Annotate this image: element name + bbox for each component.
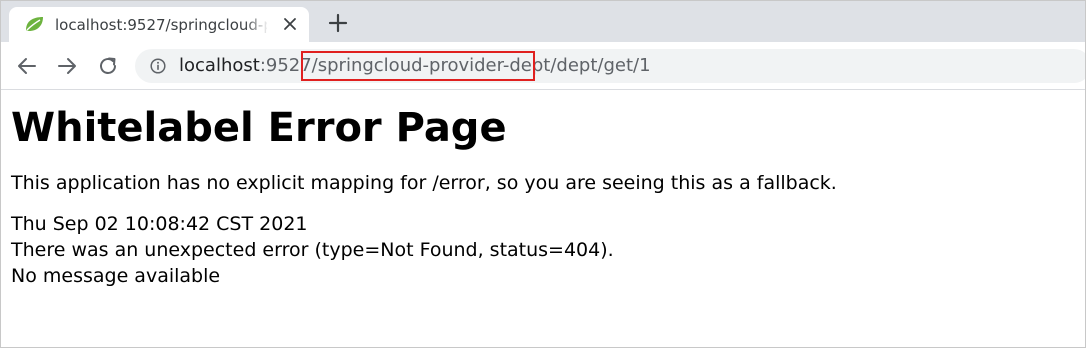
arrow-right-icon[interactable] [55,54,79,78]
error-timestamp: Thu Sep 02 10:08:42 CST 2021 [11,213,308,235]
tab-title: localhost:9527/springcloud-provider-dept… [55,16,267,34]
error-details: Thu Sep 02 10:08:42 CST 2021 There was a… [11,211,1071,289]
page-title: Whitelabel Error Page [11,105,507,151]
reload-icon[interactable] [96,54,120,78]
tab-title-fade [245,11,269,37]
address-bar[interactable]: localhost:9527/springcloud-provider-dept… [135,49,1085,83]
error-description: This application has no explicit mapping… [11,172,837,194]
browser-window: localhost:9527/springcloud-provider-dept… [0,0,1086,348]
info-circle-icon[interactable] [150,58,166,74]
arrow-left-icon[interactable] [15,54,39,78]
browser-toolbar: localhost:9527/springcloud-provider-dept… [1,42,1085,90]
url-host: localhost [179,55,260,76]
close-icon[interactable] [281,15,299,33]
error-status: There was an unexpected error (type=Not … [11,239,614,261]
error-message: No message available [11,265,221,287]
tab-strip: localhost:9527/springcloud-provider-dept… [1,1,1085,42]
spring-leaf-icon [26,17,43,31]
url-highlight-annotation [301,51,535,81]
plus-icon[interactable] [325,10,351,36]
browser-tab[interactable]: localhost:9527/springcloud-provider-dept… [9,7,309,42]
page-content: Whitelabel Error Page This application h… [11,89,1071,289]
